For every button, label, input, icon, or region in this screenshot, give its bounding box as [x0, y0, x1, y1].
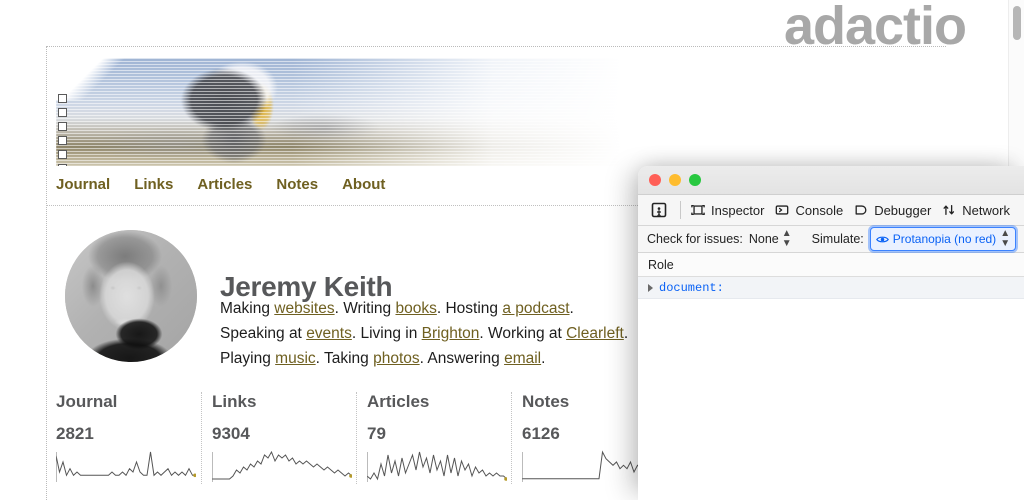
tab-debugger[interactable]: Debugger — [852, 201, 940, 220]
profile-bio-text: . Living in — [352, 325, 422, 342]
element-picker-icon[interactable] — [646, 199, 672, 221]
profile-bio-line: Speaking at events. Living in Brighton. … — [220, 321, 640, 346]
tree-body — [638, 299, 1024, 500]
profile-bio-text: . — [624, 325, 628, 342]
check-for-issues-value: None — [749, 232, 779, 246]
profile-bio-text: . Taking — [316, 350, 373, 367]
stat-value: 79 — [367, 424, 511, 444]
tab-console[interactable]: Console — [773, 201, 852, 220]
console-icon — [775, 203, 789, 217]
stat-label: Articles — [367, 392, 511, 412]
stat-sparkline — [212, 450, 352, 484]
nav-item-notes[interactable]: Notes — [276, 176, 318, 193]
stat-sparkline — [367, 450, 507, 484]
minimize-icon[interactable] — [669, 174, 681, 186]
profile-bio-line: Making websites. Writing books. Hosting … — [220, 296, 640, 321]
simulate-select[interactable]: Protanopia (no red) ▲▼ — [870, 227, 1016, 251]
profile-bio-link[interactable]: events — [306, 325, 352, 342]
debugger-icon — [854, 203, 868, 217]
tab-inspector[interactable]: Inspector — [689, 201, 773, 220]
profile-bio-link[interactable]: music — [275, 350, 315, 367]
screen: adactio Journal Links Articles Notes Abo… — [0, 0, 1024, 500]
simulate-label: Simulate: — [812, 232, 864, 246]
banner-fade — [56, 58, 646, 166]
tab-debugger-label: Debugger — [874, 203, 931, 218]
profile-bio-text: . Working at — [479, 325, 566, 342]
devtools-toolbar: Inspector Console Debugger — [638, 195, 1024, 226]
check-for-issues-label: Check for issues: — [647, 232, 743, 246]
stats-row: Journal2821Links9304Articles79Notes6126 — [46, 392, 706, 484]
close-icon[interactable] — [649, 174, 661, 186]
profile-bio-text: . Answering — [420, 350, 504, 367]
nav-item-journal[interactable]: Journal — [56, 176, 110, 193]
maximize-icon[interactable] — [689, 174, 701, 186]
banner-square-markers — [58, 94, 67, 166]
network-icon — [942, 203, 956, 217]
simulate-value: Protanopia (no red) — [893, 232, 996, 246]
devtools-window: Inspector Console Debugger — [638, 166, 1024, 500]
accessibility-toolbar: Check for issues: None ▲▼ Simulate: Prot… — [638, 226, 1024, 253]
stat-column: Articles 79 — [356, 392, 511, 484]
tab-inspector-label: Inspector — [711, 203, 764, 218]
tree-row-document-label: document: — [659, 281, 724, 295]
profile-bio-link[interactable]: Clearleft — [566, 325, 624, 342]
banner-image — [56, 58, 646, 166]
tree-column-header-role: Role — [648, 258, 674, 272]
check-for-issues-select[interactable]: None ▲▼ — [749, 229, 792, 249]
toolbar-divider — [680, 201, 681, 219]
profile-bio-link[interactable]: photos — [373, 350, 420, 367]
profile-bio-text: Playing — [220, 350, 275, 367]
profile-bio-text: . Hosting — [437, 300, 502, 317]
profile-bio-text: . — [541, 350, 545, 367]
profile-bio-text: Speaking at — [220, 325, 306, 342]
stat-value: 2821 — [56, 424, 201, 444]
stat-column: Journal 2821 — [46, 392, 201, 484]
stepper-icon-2: ▲▼ — [1000, 229, 1010, 249]
stat-sparkline — [56, 450, 196, 484]
profile-bio-link[interactable]: books — [395, 300, 436, 317]
stat-value: 9304 — [212, 424, 356, 444]
eye-icon — [876, 233, 889, 246]
profile-bio-link[interactable]: email — [504, 350, 541, 367]
chevron-right-icon[interactable] — [648, 284, 653, 292]
profile-bio-line: Playing music. Taking photos. Answering … — [220, 346, 640, 371]
page-scrollbar-thumb[interactable] — [1013, 6, 1021, 40]
tab-network-label: Network — [962, 203, 1010, 218]
stat-label: Journal — [56, 392, 201, 412]
profile-bio-text: . Writing — [335, 300, 396, 317]
stepper-icon: ▲▼ — [782, 229, 792, 249]
nav-item-about[interactable]: About — [342, 176, 385, 193]
nav-item-articles[interactable]: Articles — [197, 176, 252, 193]
tab-network[interactable]: Network — [940, 201, 1019, 220]
stat-column: Links 9304 — [201, 392, 356, 484]
profile-bio: Making websites. Writing books. Hosting … — [220, 296, 640, 371]
tree-row-document[interactable]: document: — [638, 277, 1024, 299]
profile-bio-text: Making — [220, 300, 274, 317]
tab-console-label: Console — [795, 203, 843, 218]
inspector-icon — [691, 203, 705, 217]
nav-item-links[interactable]: Links — [134, 176, 173, 193]
site-nav[interactable]: Journal Links Articles Notes About — [56, 176, 385, 193]
profile-bio-text: . — [570, 300, 574, 317]
avatar — [65, 230, 197, 362]
profile-bio-link[interactable]: websites — [274, 300, 334, 317]
profile-bio-link[interactable]: a podcast — [502, 300, 569, 317]
devtools-titlebar — [638, 166, 1024, 195]
profile-bio-link[interactable]: Brighton — [422, 325, 480, 342]
tree-column-header: Role — [638, 253, 1024, 277]
avatar-photo — [65, 230, 197, 362]
stat-label: Links — [212, 392, 356, 412]
page-scrollbar[interactable] — [1008, 0, 1024, 166]
